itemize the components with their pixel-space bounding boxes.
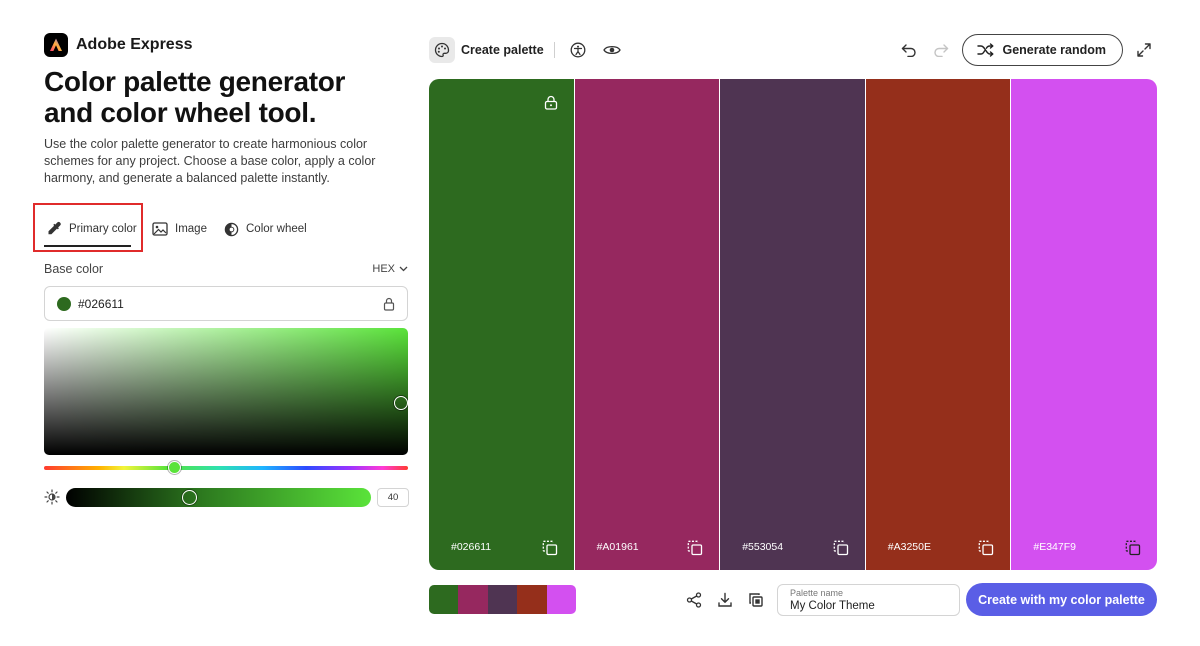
saturation-value-picker[interactable] (44, 328, 408, 455)
copy-icon[interactable] (687, 540, 703, 556)
palette-icon (434, 42, 450, 58)
chevron-down-icon (399, 266, 408, 272)
base-color-input[interactable]: #026611 (44, 286, 408, 321)
brightness-value[interactable]: 40 (377, 487, 409, 507)
saturation-handle[interactable] (394, 396, 408, 410)
share-icon (686, 592, 702, 608)
brightness-row: 40 (44, 486, 410, 508)
mini-swatch-4 (517, 585, 547, 614)
generate-random-label: Generate random (1002, 43, 1106, 57)
base-color-label: Base color (44, 262, 104, 276)
tab-color-wheel-label: Color wheel (246, 223, 307, 235)
palette-hex-3: #553054 (742, 541, 784, 553)
expand-icon (1137, 43, 1151, 57)
brand-name: Adobe Express (76, 36, 193, 53)
palette-hex-1: #026611 (451, 541, 492, 553)
brightness-slider[interactable] (66, 487, 371, 507)
highlight-box (33, 203, 143, 252)
duplicate-button[interactable] (747, 591, 765, 609)
redo-button[interactable] (928, 37, 954, 63)
brand[interactable]: Adobe Express (44, 32, 410, 58)
brightness-icon (44, 489, 60, 505)
palette-toolbar: Create palette Generate random (429, 34, 1157, 66)
shuffle-icon (977, 43, 994, 57)
hue-handle[interactable] (168, 461, 181, 474)
copy-icon[interactable] (833, 540, 849, 556)
mini-swatch-2 (458, 585, 488, 614)
base-color-swatch (57, 296, 71, 311)
tab-color-wheel[interactable]: Color wheel (224, 214, 307, 244)
mini-palette-preview (429, 585, 576, 614)
undo-button[interactable] (896, 37, 922, 63)
preview-button[interactable] (599, 37, 625, 63)
palette-bottom-bar: Palette name My Color Theme Create with … (429, 583, 1157, 616)
create-with-palette-button[interactable]: Create with my color palette (966, 583, 1157, 616)
lock-icon[interactable] (383, 297, 395, 311)
palette-hex-2: #A01961 (596, 541, 639, 553)
page-title: Color palette generator and color wheel … (44, 66, 410, 128)
palette-column-2[interactable]: #A01961 (574, 79, 721, 570)
accessibility-button[interactable] (565, 37, 591, 63)
download-button[interactable] (716, 591, 734, 609)
eye-icon (602, 45, 621, 55)
expand-button[interactable] (1131, 37, 1157, 63)
color-format-value: HEX (372, 263, 395, 275)
generate-random-button[interactable]: Generate random (962, 34, 1123, 66)
accessibility-icon (570, 42, 586, 58)
image-icon (152, 222, 168, 236)
undo-icon (902, 44, 917, 57)
palette-column-3[interactable]: #553054 (720, 79, 866, 570)
brightness-handle[interactable] (182, 489, 197, 505)
color-wheel-icon (224, 222, 239, 236)
mini-swatch-5 (546, 585, 576, 614)
redo-icon (934, 44, 949, 57)
mini-swatch-1 (429, 585, 459, 614)
base-color-row: Base color HEX (44, 260, 410, 278)
toolbar-right: Generate random (896, 32, 1157, 68)
mini-swatch-3 (487, 585, 518, 614)
copy-icon[interactable] (542, 540, 558, 556)
toolbar-left: Create palette (429, 36, 625, 64)
page-description: Use the color palette generator to creat… (44, 137, 376, 185)
palette-hex-4: #A3250E (887, 541, 931, 553)
color-format-select[interactable]: HEX (372, 263, 408, 275)
create-palette-button[interactable] (429, 37, 455, 63)
toolbar-divider (553, 42, 555, 58)
mode-tabs: Primary color Image Color wheel (33, 203, 410, 253)
left-panel: Adobe Express Color palette generator an… (33, 32, 410, 508)
palette-hex-5: #E347F9 (1033, 541, 1076, 553)
duplicate-icon (749, 593, 763, 607)
create-palette-label[interactable]: Create palette (461, 43, 544, 57)
palette-name-field[interactable]: Palette name My Color Theme (777, 584, 960, 616)
copy-icon[interactable] (1125, 540, 1141, 556)
page-title-line-2: and color wheel tool. (44, 97, 317, 128)
adobe-express-logo-icon (44, 33, 68, 57)
base-color-value[interactable]: #026611 (78, 297, 383, 311)
tab-image[interactable]: Image (152, 214, 207, 244)
download-icon (718, 592, 732, 607)
palette-column-4[interactable]: #A3250E (865, 79, 1012, 570)
palette-column-1[interactable]: #026611 (429, 79, 575, 570)
palette-columns: #026611 #A01961 #553054 #A3250E #E347F9 (429, 79, 1157, 570)
page-title-line-1: Color palette generator (44, 66, 346, 97)
palette-name-value[interactable]: My Color Theme (790, 599, 947, 613)
hue-slider[interactable] (44, 461, 408, 474)
tab-image-label: Image (175, 223, 207, 235)
share-button[interactable] (685, 591, 703, 609)
palette-name-label: Palette name (790, 588, 844, 598)
palette-column-5[interactable]: #E347F9 (1011, 79, 1157, 570)
lock-icon[interactable] (544, 95, 558, 110)
copy-icon[interactable] (978, 540, 994, 556)
